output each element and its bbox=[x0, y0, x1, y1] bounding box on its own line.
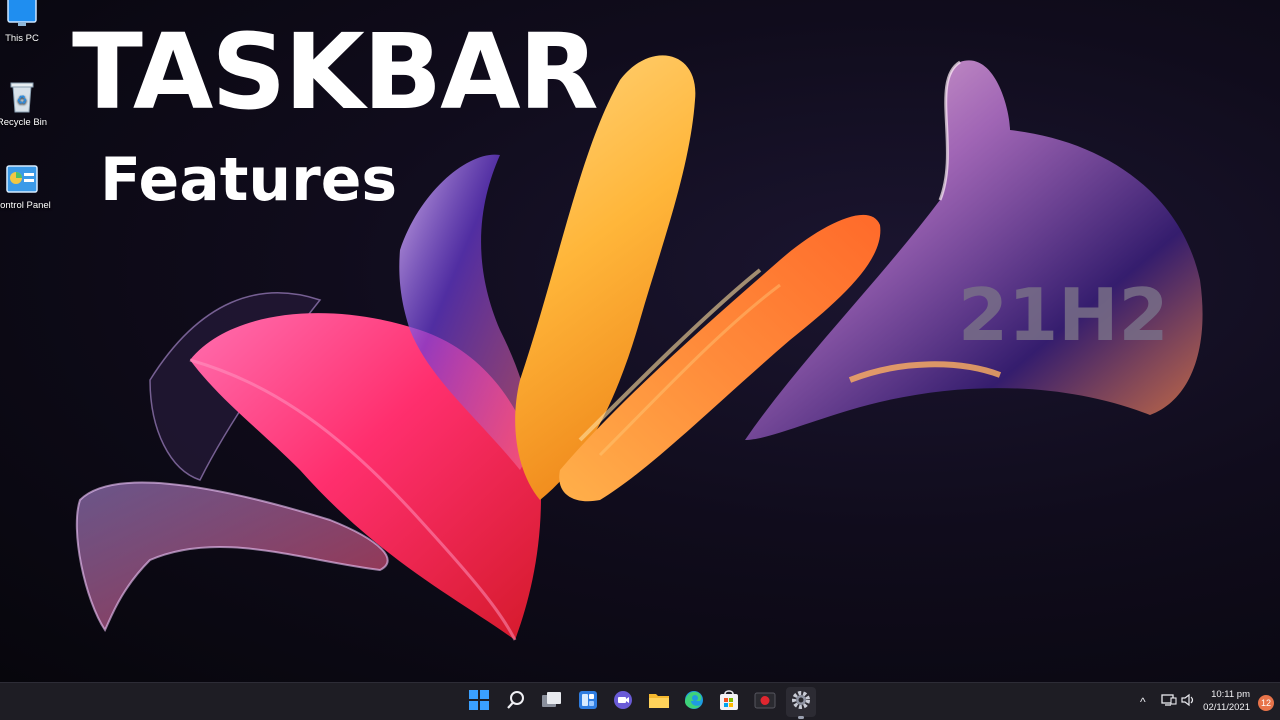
taskbar-task-view-button[interactable] bbox=[537, 687, 567, 717]
desktop: This PC ♻ Recycle Bin Control Panel TASK… bbox=[0, 0, 1280, 682]
search-icon bbox=[506, 690, 526, 714]
taskbar-settings-button[interactable] bbox=[786, 687, 816, 717]
record-icon bbox=[754, 690, 776, 714]
taskbar: ^ 10:11 pm 02/11/2021 12 bbox=[0, 682, 1280, 720]
taskbar-widgets-button[interactable] bbox=[573, 687, 603, 717]
clock-date: 02/11/2021 bbox=[1203, 702, 1250, 713]
desktop-icon-label: Recycle Bin bbox=[0, 117, 48, 128]
overlay-version: 21H2 bbox=[958, 273, 1169, 357]
taskbar-recorder-button[interactable] bbox=[750, 687, 780, 717]
recycle-bin-icon: ♻ bbox=[5, 80, 39, 114]
taskbar-store-button[interactable] bbox=[714, 687, 744, 717]
chat-icon bbox=[612, 689, 634, 715]
taskbar-chat-button[interactable] bbox=[608, 687, 638, 717]
taskbar-edge-button[interactable] bbox=[679, 687, 709, 717]
taskbar-file-explorer-button[interactable] bbox=[644, 687, 674, 717]
taskbar-start-button[interactable] bbox=[464, 687, 494, 717]
speaker-icon bbox=[1181, 693, 1197, 712]
gear-icon bbox=[790, 689, 812, 715]
overlay-title: TASKBAR bbox=[72, 11, 599, 133]
windows-start-icon bbox=[469, 690, 489, 714]
tray-volume-button[interactable] bbox=[1181, 683, 1197, 720]
network-icon bbox=[1161, 693, 1177, 712]
folder-icon bbox=[648, 690, 670, 714]
desktop-icon-control-panel[interactable]: Control Panel bbox=[0, 163, 52, 211]
control-panel-icon bbox=[5, 163, 39, 197]
task-view-icon bbox=[541, 690, 563, 714]
clock-time: 10:11 pm bbox=[1211, 689, 1250, 700]
monitor-icon bbox=[5, 0, 39, 30]
notification-badge[interactable]: 12 bbox=[1258, 695, 1274, 711]
edge-icon bbox=[683, 689, 705, 715]
desktop-icon-label: This PC bbox=[5, 33, 39, 44]
taskbar-search-button[interactable] bbox=[501, 687, 531, 717]
desktop-icon-this-pc[interactable]: This PC bbox=[0, 0, 52, 44]
svg-text:♻: ♻ bbox=[17, 93, 28, 107]
tray-overflow-button[interactable]: ^ bbox=[1140, 683, 1146, 720]
tray-network-button[interactable] bbox=[1161, 683, 1177, 720]
overlay-subtitle: Features bbox=[100, 145, 398, 215]
widgets-icon bbox=[578, 690, 598, 714]
store-icon bbox=[719, 689, 739, 715]
active-app-indicator bbox=[798, 716, 804, 719]
desktop-icon-recycle-bin[interactable]: ♻ Recycle Bin bbox=[0, 80, 52, 128]
desktop-icon-label: Control Panel bbox=[0, 200, 51, 211]
tray-clock[interactable]: 10:11 pm 02/11/2021 bbox=[1203, 688, 1250, 714]
chevron-up-icon: ^ bbox=[1140, 695, 1146, 709]
